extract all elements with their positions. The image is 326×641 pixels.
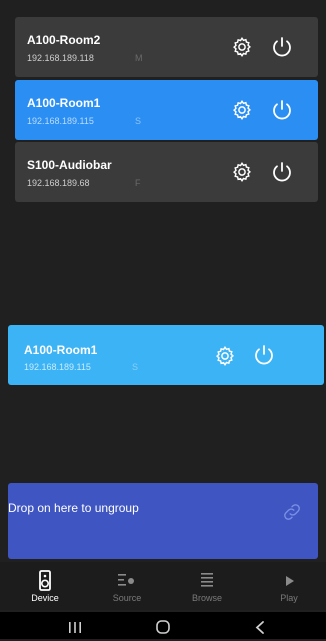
- tab-label: Device: [31, 593, 59, 603]
- tab-browse[interactable]: Browse: [167, 562, 247, 610]
- link-icon: [281, 501, 303, 523]
- power-icon[interactable]: [252, 343, 276, 367]
- home-icon[interactable]: [148, 618, 178, 636]
- gear-icon[interactable]: [231, 99, 253, 121]
- device-ip: 192.168.189.115: [27, 116, 94, 126]
- device-ip: 192.168.189.68: [27, 178, 90, 188]
- system-navigation-bar: [0, 612, 326, 639]
- tab-label: Play: [280, 593, 298, 603]
- power-icon[interactable]: [270, 35, 294, 59]
- speaker-icon: [33, 570, 57, 592]
- device-role: S: [135, 116, 142, 126]
- ungroup-label: Drop on here to ungroup: [8, 501, 139, 515]
- dragged-device-card[interactable]: A100-Room1 192.168.189.115 S: [8, 325, 324, 385]
- device-ip: 192.168.189.118: [27, 53, 94, 63]
- device-name: A100-Room2: [27, 33, 101, 47]
- device-role: F: [135, 178, 141, 188]
- device-card-a100-room2[interactable]: A100-Room2 192.168.189.118 M: [15, 17, 318, 77]
- tab-label: Browse: [191, 593, 222, 603]
- device-ip: 192.168.189.115: [24, 362, 91, 372]
- device-role: M: [135, 53, 143, 63]
- tab-device[interactable]: Device: [5, 562, 85, 610]
- device-role: S: [132, 362, 139, 372]
- browse-icon: [195, 570, 219, 592]
- gear-icon[interactable]: [231, 161, 253, 183]
- device-name: A100-Room1: [24, 343, 98, 357]
- tab-label: Source: [112, 593, 142, 603]
- bottom-tab-bar: Device Source Browse Play: [0, 562, 326, 610]
- power-icon[interactable]: [270, 160, 294, 184]
- device-card-s100-audiobar[interactable]: S100-Audiobar 192.168.189.68 F: [15, 142, 318, 202]
- device-name: A100-Room1: [27, 96, 101, 110]
- recent-apps-icon[interactable]: [60, 618, 90, 636]
- device-card-a100-room1[interactable]: A100-Room1 192.168.189.115 S: [15, 80, 318, 140]
- play-icon: [277, 570, 301, 592]
- tab-play[interactable]: Play: [249, 562, 326, 610]
- ungroup-drop-zone[interactable]: Drop on here to ungroup: [8, 483, 318, 559]
- source-icon: [115, 570, 139, 592]
- back-icon[interactable]: [245, 618, 275, 636]
- power-icon[interactable]: [270, 98, 294, 122]
- tab-source[interactable]: Source: [87, 562, 167, 610]
- gear-icon[interactable]: [214, 345, 236, 367]
- device-name: S100-Audiobar: [27, 158, 112, 172]
- gear-icon[interactable]: [231, 36, 253, 58]
